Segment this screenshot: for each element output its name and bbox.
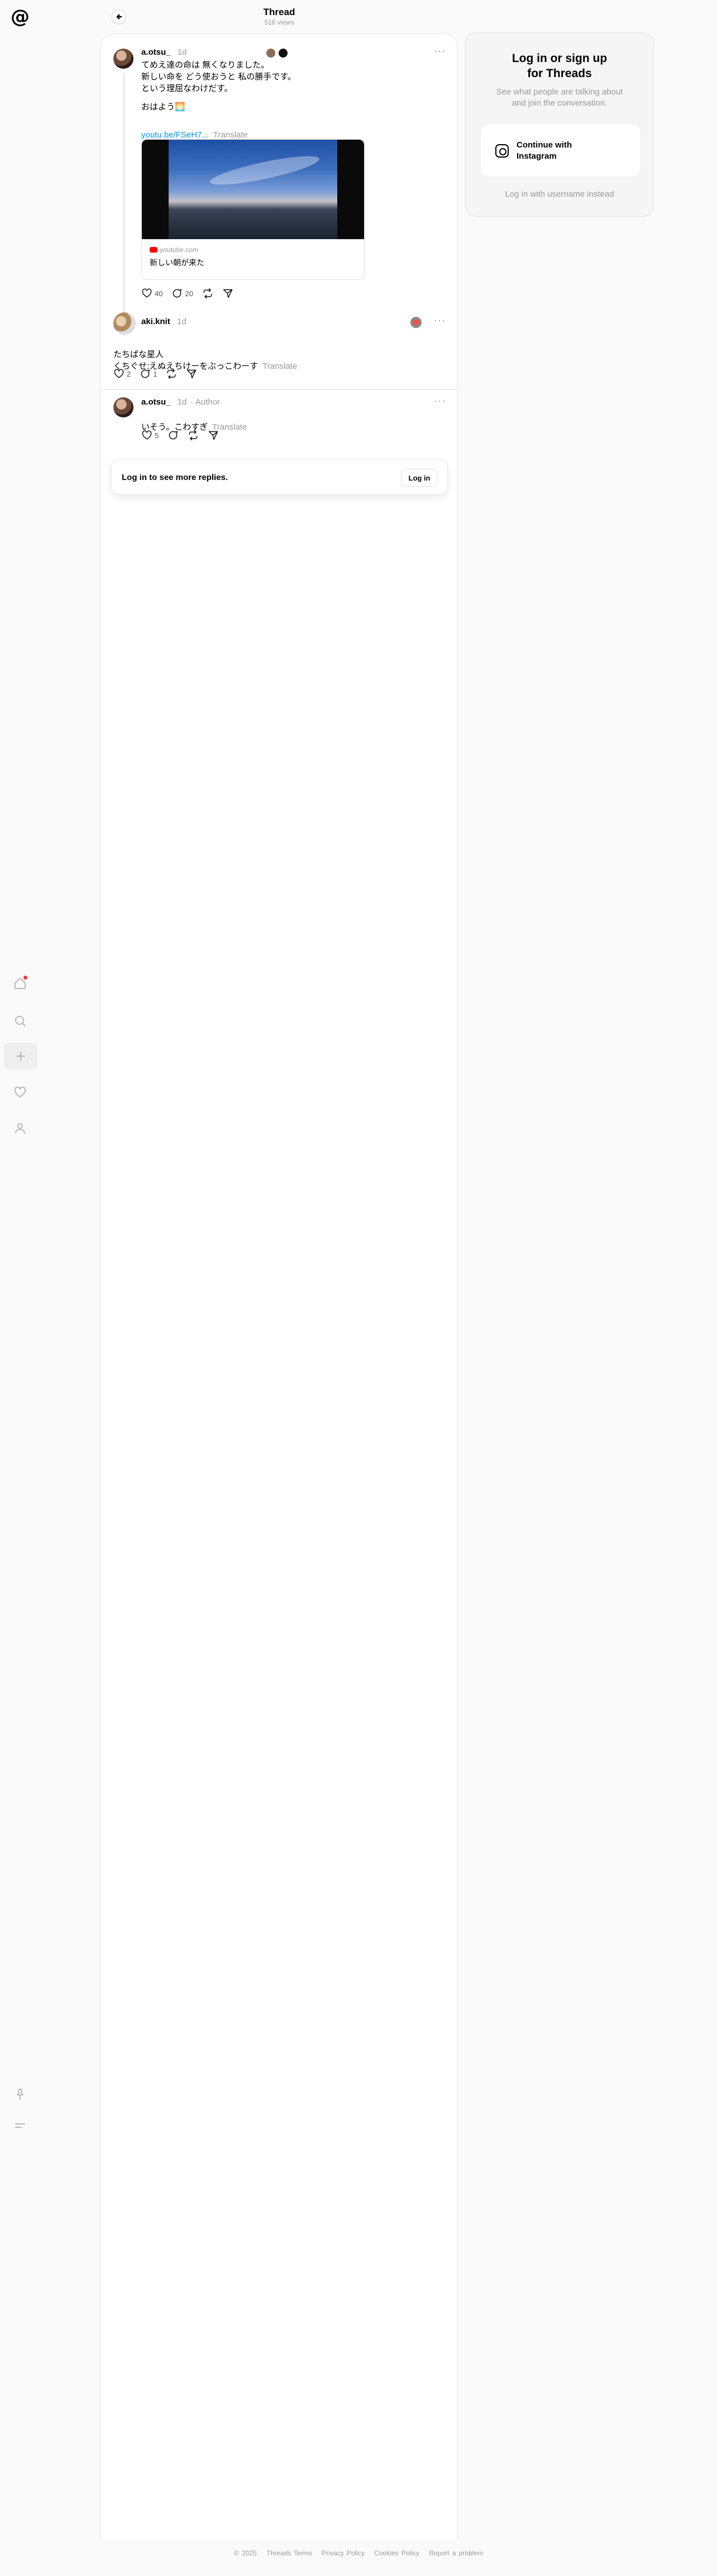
heart-icon <box>114 369 124 378</box>
threads-logo-icon[interactable]: @ <box>10 7 30 27</box>
avatar[interactable] <box>113 397 133 417</box>
profile-icon[interactable] <box>8 1116 32 1140</box>
send-icon <box>208 431 218 440</box>
like-count: 40 <box>155 289 163 298</box>
footer-link-cookies[interactable]: Cookies Policy <box>374 2549 419 2557</box>
link-preview-image <box>142 140 364 239</box>
reply-time: 1d <box>176 317 187 326</box>
post-text-greeting: おはよう🌅 <box>141 102 185 112</box>
like-button[interactable]: 40 <box>141 288 162 299</box>
share-button[interactable] <box>222 288 233 299</box>
divider <box>101 389 457 390</box>
comment-icon <box>141 369 150 378</box>
post-text: てめえ達の命は 無くなりました。 新しい命を どう使おうと 私の勝手です。 とい… <box>141 60 296 93</box>
instagram-button-label: Continue with Instagram <box>517 140 572 161</box>
send-icon <box>223 289 233 298</box>
reply-username[interactable]: aki.knit <box>141 317 170 326</box>
reply-avatar <box>265 47 276 59</box>
link-preview-card[interactable]: youtube.com 新しい朝が来た <box>141 139 365 280</box>
repost-icon <box>189 430 198 441</box>
create-post-icon[interactable] <box>4 1043 37 1070</box>
reply-button[interactable] <box>168 430 179 441</box>
login-panel-subtitle: See what people are talking about and jo… <box>496 87 623 108</box>
reply-count: 1 <box>153 369 157 378</box>
send-icon <box>187 369 197 379</box>
continue-with-instagram-button[interactable]: Continue with Instagram <box>480 123 641 177</box>
notification-dot <box>23 976 27 980</box>
login-button[interactable]: Log in <box>401 469 438 487</box>
login-prompt-text: Log in to see more replies. <box>122 473 228 482</box>
card-domain: youtube.com <box>160 246 198 254</box>
repost-icon <box>168 368 176 379</box>
repost-button[interactable] <box>202 288 213 299</box>
activity-heart-icon[interactable] <box>8 1081 32 1104</box>
reply-time: 1d <box>177 397 187 407</box>
post-username[interactable]: a.otsu_ <box>141 47 171 57</box>
thread-column: a.otsu_ 1d ··· てめえ達の命は 無くなりました。 新しい命を どう… <box>101 34 458 2539</box>
more-options-icon[interactable]: ··· <box>434 395 446 407</box>
footer-link-report[interactable]: Report a problem <box>429 2549 483 2557</box>
heart-icon <box>142 430 152 440</box>
login-panel-title: Log in or sign up for Threads <box>512 52 608 80</box>
username-login-link[interactable]: Log in with username instead <box>466 189 653 199</box>
home-icon[interactable] <box>8 972 32 995</box>
avatar[interactable] <box>113 312 136 335</box>
post-actions: 40 20 <box>141 288 233 299</box>
view-count: 516 views <box>264 18 294 26</box>
card-title: 新しい朝が来た <box>150 258 204 267</box>
more-options-icon[interactable]: ··· <box>434 45 446 57</box>
instagram-icon <box>495 144 509 158</box>
avatar[interactable] <box>113 49 133 69</box>
like-count: 2 <box>127 369 131 378</box>
reply-button[interactable]: 20 <box>171 288 193 299</box>
translate-link[interactable]: Translate <box>213 130 248 140</box>
repost-button[interactable] <box>166 368 177 379</box>
comment-icon <box>173 289 182 298</box>
pin-icon[interactable] <box>8 2083 32 2106</box>
menu-icon[interactable] <box>8 2114 32 2137</box>
reply-count: 20 <box>185 289 193 298</box>
reply-actions: 2 1 <box>113 368 197 379</box>
like-button[interactable]: 5 <box>141 430 159 441</box>
login-prompt-bar: Log in to see more replies. Log in <box>111 460 447 495</box>
youtube-icon <box>150 247 157 253</box>
comment-icon <box>169 431 178 440</box>
reply-button[interactable]: 1 <box>140 368 157 379</box>
post-time: 1d <box>177 47 187 57</box>
footer-link-terms[interactable]: Threads Terms <box>266 2549 312 2557</box>
login-panel: Log in or sign up for Threads See what p… <box>465 32 654 217</box>
thread-line <box>123 73 125 336</box>
search-icon[interactable] <box>8 1009 32 1033</box>
like-button[interactable]: 2 <box>113 368 131 379</box>
copyright: © 2025 <box>233 2549 257 2557</box>
page-title: Thread <box>263 7 295 17</box>
reply-avatar <box>409 316 423 329</box>
reply-actions: 5 <box>141 430 219 441</box>
translate-link[interactable]: Translate <box>262 362 297 371</box>
reply-username[interactable]: a.otsu_ <box>141 397 171 407</box>
post-link[interactable]: youtu.be/FSeH7... <box>141 130 209 140</box>
like-count: 5 <box>155 431 159 440</box>
author-badge: Author <box>195 397 220 407</box>
share-button[interactable] <box>186 368 197 379</box>
footer-link-privacy[interactable]: Privacy Policy <box>322 2549 365 2557</box>
heart-icon <box>142 288 152 298</box>
reply-avatar <box>278 47 289 59</box>
more-options-icon[interactable]: ··· <box>434 315 446 326</box>
share-button[interactable] <box>208 430 219 441</box>
repost-icon <box>203 288 212 299</box>
footer: © 2025 Threads Terms Privacy Policy Cook… <box>0 2549 717 2557</box>
repost-button[interactable] <box>188 430 199 441</box>
